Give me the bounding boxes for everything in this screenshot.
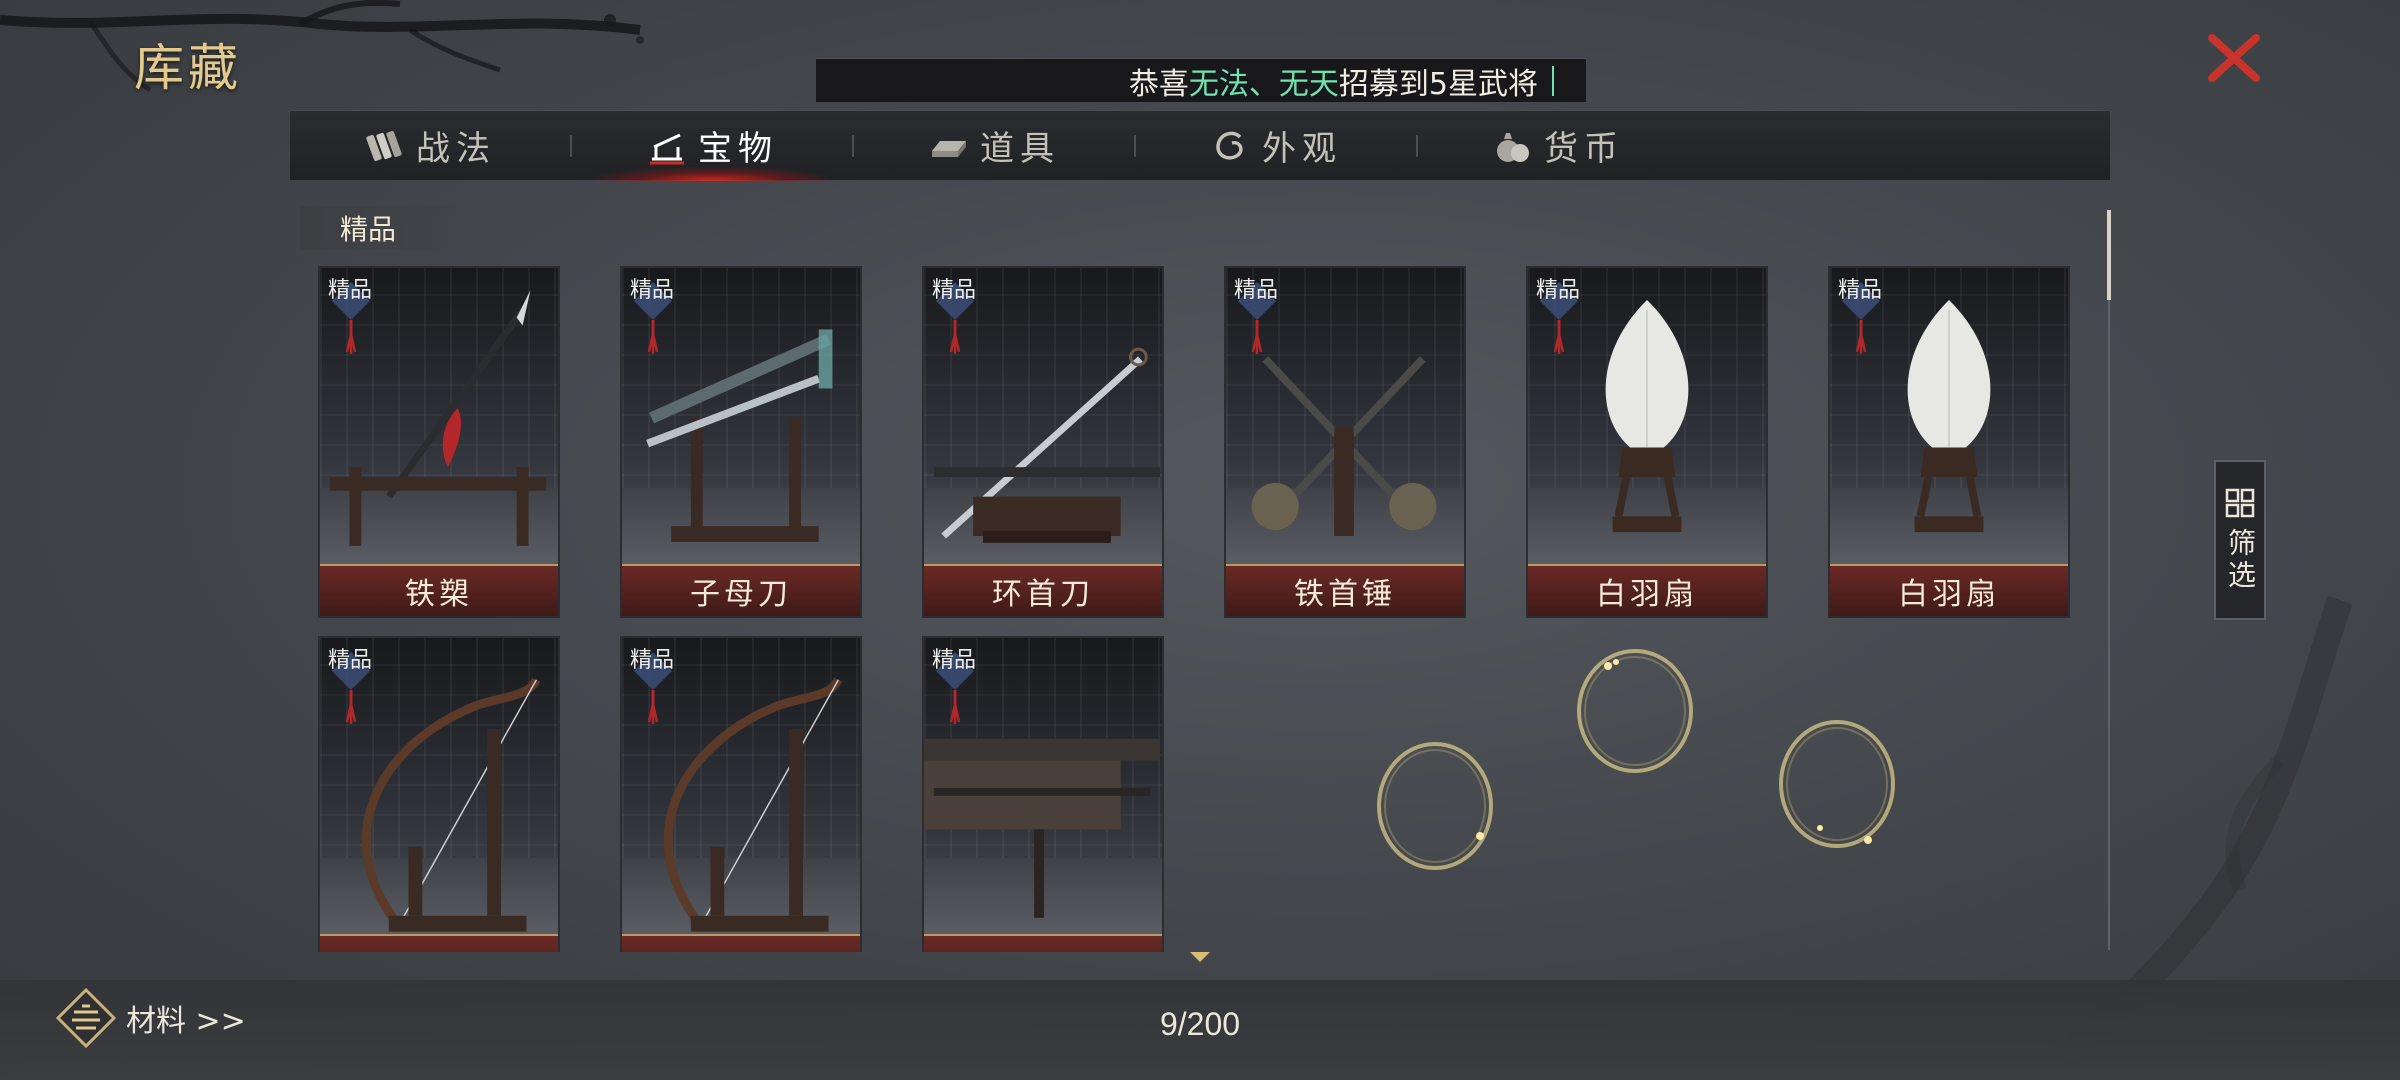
tab-label: 战法 [416, 129, 496, 169]
scroll-down-arrow-icon[interactable] [1188, 950, 1212, 964]
category-tabs: 战法 宝物 道具 外观 货币 [290, 110, 2110, 181]
item-name: 铁首锤 [1226, 564, 1464, 616]
quality-badge-label: 精品 [932, 648, 977, 673]
grid-filter-icon [2225, 488, 2255, 518]
treasure-card[interactable]: 精品环首刀 [922, 266, 1164, 618]
item-count: 9/200 [1159, 1006, 1241, 1042]
announcement-banner: 恭喜 无法 、 无天 招募到5星武将 [816, 58, 1586, 102]
close-button[interactable] [2200, 28, 2268, 88]
treasure-card[interactable]: 精品子母刀 [620, 266, 862, 618]
scroll-bundle-icon [366, 130, 402, 161]
quality-badge-label: 精品 [1234, 278, 1279, 303]
item-grid: 精品 铁槊 精品 子母刀 精品 环首刀 精品 铁首锤 精品 白羽扇 精品 白羽扇 精品 精品 精品 [318, 266, 2078, 952]
scrollbar-track[interactable] [2108, 210, 2110, 950]
quality-badge: 精品 [1836, 276, 1886, 356]
treasure-card[interactable]: 精品 [318, 636, 560, 952]
section-label: 精品 [300, 206, 470, 250]
materials-diamond-icon [56, 988, 116, 1048]
tab-huobi[interactable]: 货币 [1418, 111, 1698, 181]
swirl-icon [1216, 131, 1243, 159]
ingot-icon [932, 140, 966, 157]
scrollbar-thumb[interactable] [2107, 210, 2111, 300]
announcement-player-1: 无法 [1188, 66, 1249, 102]
quality-badge-label: 精品 [328, 278, 373, 303]
item-name: 子母刀 [622, 564, 860, 616]
item-name [622, 934, 860, 952]
page-title: 库藏 [134, 39, 242, 97]
quality-badge: 精品 [1232, 276, 1282, 356]
quality-badge: 精品 [628, 646, 678, 726]
quality-badge-label: 精品 [328, 648, 373, 673]
item-name: 铁槊 [320, 564, 558, 616]
treasure-card[interactable]: 精品 [922, 636, 1164, 952]
item-name: 白羽扇 [1830, 564, 2068, 616]
tab-baowu[interactable]: 宝物 [572, 111, 852, 181]
announcement-separator: 、 [1248, 66, 1279, 102]
announcement-suffix: 招募到5星武将 [1338, 66, 1538, 102]
treasure-card[interactable]: 精品铁槊 [318, 266, 560, 618]
item-name: 白羽扇 [1528, 564, 1766, 616]
quality-badge-label: 精品 [1536, 278, 1581, 303]
materials-button[interactable]: 材料 >> [56, 988, 246, 1048]
quality-badge-label: 精品 [630, 278, 675, 303]
announcement-marker [1552, 65, 1554, 96]
item-name: 环首刀 [924, 564, 1162, 616]
tab-waiguan[interactable]: 外观 [1136, 111, 1416, 181]
quality-badge: 精品 [326, 276, 376, 356]
treasure-card[interactable]: 精品白羽扇 [1828, 266, 2070, 618]
tab-label: 宝物 [698, 129, 778, 169]
quality-badge-label: 精品 [1838, 278, 1883, 303]
item-name [320, 934, 558, 952]
quality-badge: 精品 [326, 646, 376, 726]
close-icon [2208, 34, 2260, 82]
quality-badge-label: 精品 [630, 648, 675, 673]
quality-badge: 精品 [930, 646, 980, 726]
tab-label: 货币 [1544, 129, 1624, 169]
quality-badge: 精品 [930, 276, 980, 356]
tab-zhanfa[interactable]: 战法 [290, 111, 570, 181]
money-bag-icon [1497, 132, 1529, 162]
announcement-player-2: 无天 [1278, 66, 1339, 102]
quality-badge-label: 精品 [932, 278, 977, 303]
filter-label: 筛选 [2224, 528, 2257, 592]
quality-badge: 精品 [628, 276, 678, 356]
announcement-prefix: 恭喜 [1128, 66, 1189, 102]
treasure-card[interactable]: 精品白羽扇 [1526, 266, 1768, 618]
treasure-card[interactable]: 精品铁首锤 [1224, 266, 1466, 618]
filter-button[interactable]: 筛选 [2214, 460, 2266, 620]
tab-daoju[interactable]: 道具 [854, 111, 1134, 181]
treasure-card[interactable]: 精品 [620, 636, 862, 952]
tab-label: 外观 [1262, 129, 1342, 169]
materials-label: 材料 >> [126, 1004, 246, 1039]
quality-badge: 精品 [1534, 276, 1584, 356]
treasure-stand-icon [650, 133, 684, 164]
tab-label: 道具 [980, 129, 1060, 169]
item-name [924, 934, 1162, 952]
